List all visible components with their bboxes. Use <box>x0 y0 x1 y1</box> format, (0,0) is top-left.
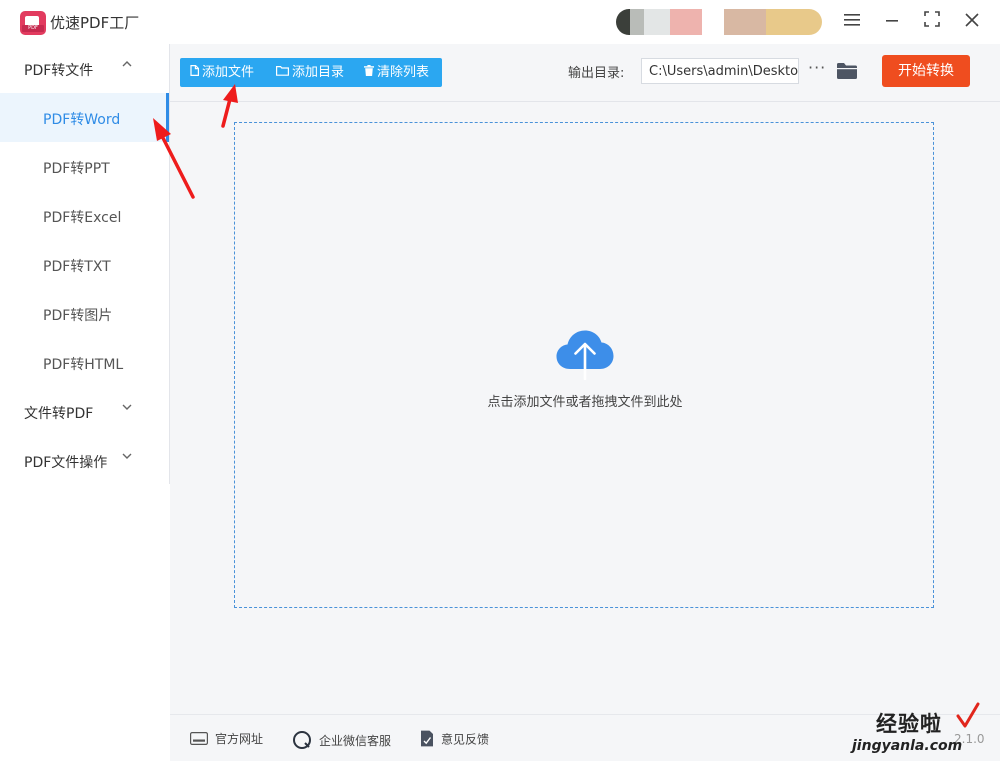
sidebar-item-label: PDF转Word <box>43 112 121 128</box>
watermark-logo: 经验啦 <box>876 712 942 736</box>
close-icon[interactable] <box>960 10 984 34</box>
clear-list-button[interactable]: 清除列表 <box>364 58 429 87</box>
chevron-down-icon <box>122 401 132 415</box>
title-bar: PDF 优速PDF工厂 <box>0 0 1000 44</box>
sidebar-item-pdf-to-txt[interactable]: PDF转TXT <box>0 240 169 289</box>
drop-zone-hint: 点击添加文件或者拖拽文件到此处 <box>487 395 683 410</box>
app-title: 优速PDF工厂 <box>50 14 140 32</box>
official-website-label: 官方网址 <box>215 732 264 746</box>
file-drop-zone[interactable]: 点击添加文件或者拖拽文件到此处 <box>234 122 934 608</box>
add-folder-button[interactable]: 添加目录 <box>276 58 344 87</box>
app-logo-icon: PDF <box>20 11 46 35</box>
feedback-icon <box>420 730 434 750</box>
wechat-support-link[interactable]: 企业微信客服 <box>292 730 391 753</box>
official-website-link[interactable]: 官方网址 <box>190 730 263 748</box>
file-icon <box>190 58 199 87</box>
start-convert-button[interactable]: 开始转换 <box>882 55 970 87</box>
toolbar: 添加文件 添加目录 清除列表 输出目录: C:\Users\admin\Desk… <box>170 44 1000 102</box>
sidebar-item-label: PDF转图片 <box>43 308 113 324</box>
website-icon <box>190 731 208 748</box>
wechat-support-label: 企业微信客服 <box>319 734 392 748</box>
clear-list-label: 清除列表 <box>377 65 430 80</box>
chevron-down-icon <box>122 450 132 464</box>
file-button-group: 添加文件 添加目录 清除列表 <box>180 58 442 87</box>
sidebar-group-label: PDF转文件 <box>24 63 94 79</box>
sidebar-item-label: PDF转Excel <box>43 210 122 226</box>
sidebar-group-pdf-operations[interactable]: PDF文件操作 <box>0 436 169 485</box>
sidebar-group-file-to-pdf[interactable]: 文件转PDF <box>0 387 169 436</box>
output-dir-label: 输出目录: <box>568 66 625 81</box>
sidebar-item-label: PDF转HTML <box>43 357 124 373</box>
sidebar-item-label: PDF转TXT <box>43 259 111 275</box>
sidebar-group-pdf-to-file[interactable]: PDF转文件 <box>0 44 169 93</box>
add-file-label: 添加文件 <box>202 65 255 80</box>
chevron-up-icon <box>122 58 132 72</box>
user-account-area[interactable] <box>616 9 822 35</box>
watermark-url: jingyanla.com <box>852 738 963 754</box>
cloud-upload-icon <box>555 328 615 384</box>
main-panel: 添加文件 添加目录 清除列表 输出目录: C:\Users\admin\Desk… <box>170 44 1000 761</box>
minimize-icon[interactable] <box>880 10 904 34</box>
menu-icon[interactable] <box>840 10 864 34</box>
feedback-link[interactable]: 意见反馈 <box>420 730 489 750</box>
sidebar-item-pdf-to-html[interactable]: PDF转HTML <box>0 338 169 387</box>
maximize-icon[interactable] <box>920 10 944 34</box>
add-file-button[interactable]: 添加文件 <box>190 58 254 87</box>
sidebar-item-label: PDF转PPT <box>43 161 110 177</box>
sidebar-group-label: PDF文件操作 <box>24 455 108 471</box>
trash-icon <box>364 58 374 87</box>
open-folder-icon[interactable] <box>836 62 858 84</box>
add-folder-label: 添加目录 <box>292 65 345 80</box>
sidebar-item-pdf-to-excel[interactable]: PDF转Excel <box>0 191 169 240</box>
sidebar-item-pdf-to-ppt[interactable]: PDF转PPT <box>0 142 169 191</box>
wechat-icon <box>292 730 312 753</box>
folder-outline-icon <box>276 58 289 87</box>
sidebar: PDF转文件 PDF转Word PDF转PPT PDF转Excel PDF转TX… <box>0 44 169 760</box>
more-options-button[interactable]: ··· <box>808 58 826 77</box>
sidebar-item-pdf-to-word[interactable]: PDF转Word <box>0 93 169 142</box>
sidebar-group-label: 文件转PDF <box>24 406 94 422</box>
output-dir-field[interactable]: C:\Users\admin\Deskto <box>641 58 799 84</box>
sidebar-item-pdf-to-image[interactable]: PDF转图片 <box>0 289 169 338</box>
check-icon <box>956 702 980 734</box>
feedback-label: 意见反馈 <box>441 732 490 747</box>
